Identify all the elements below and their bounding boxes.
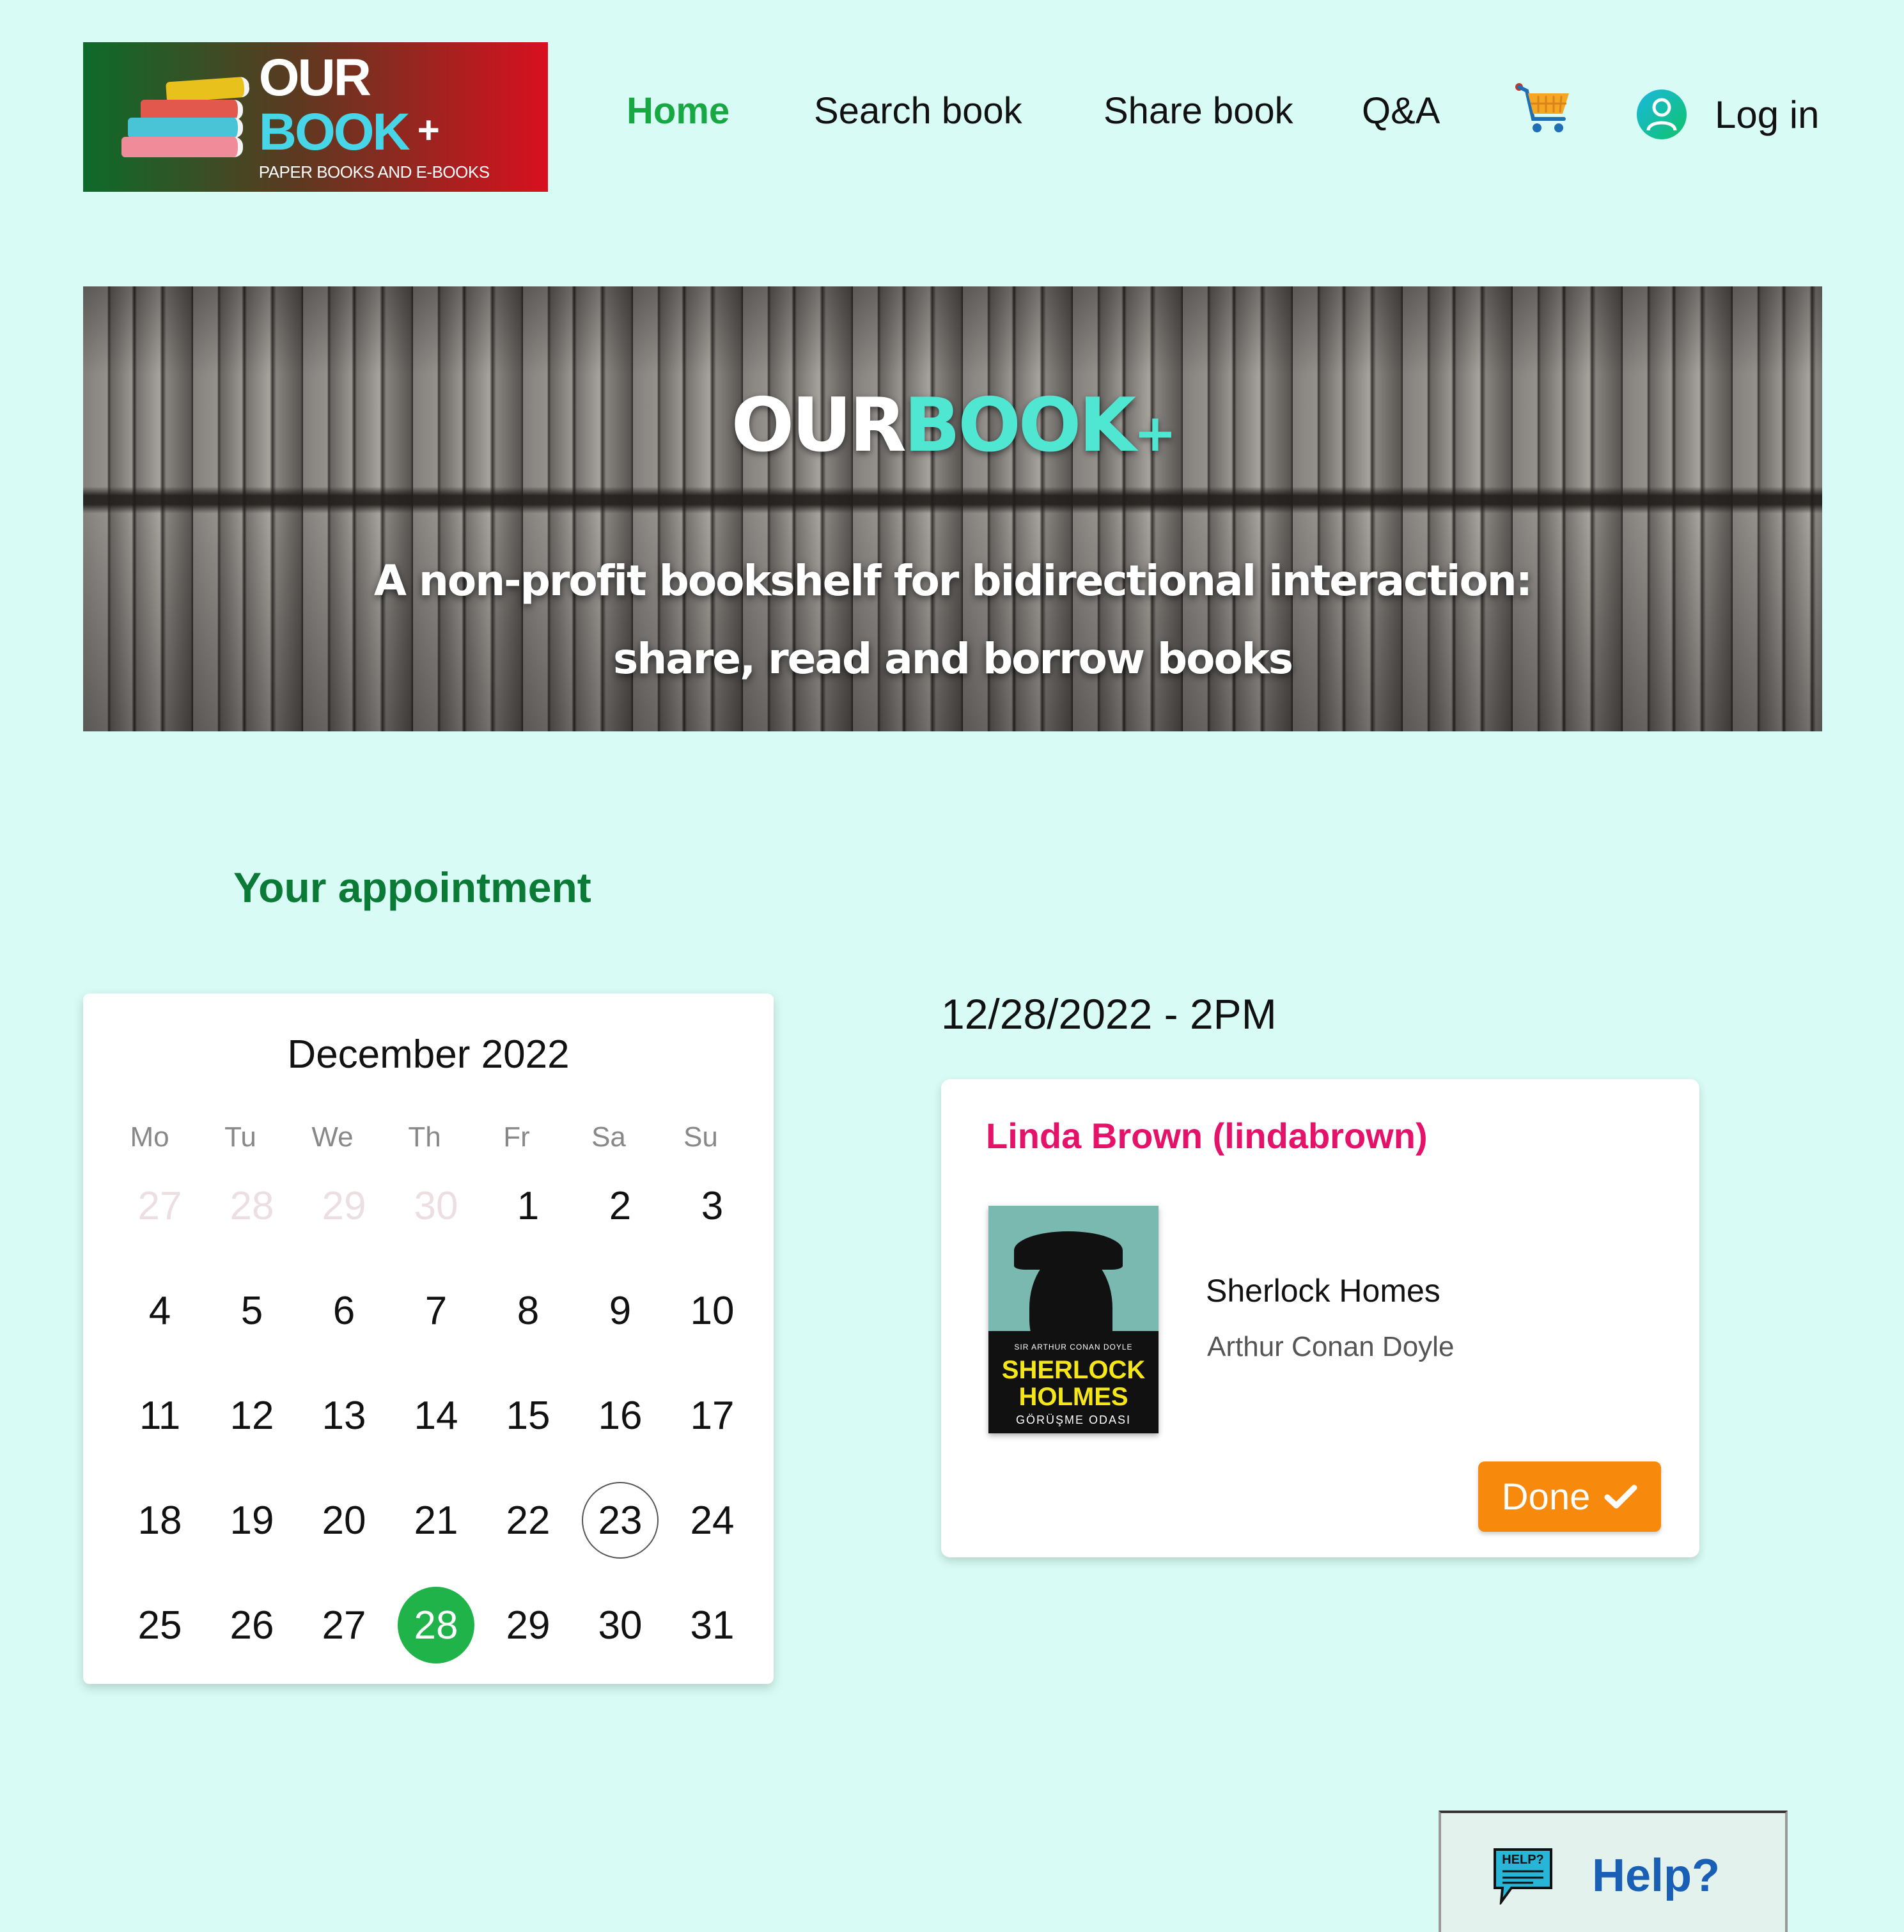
nav-qa[interactable]: Q&A bbox=[1362, 90, 1440, 132]
help-label: Help? bbox=[1592, 1850, 1721, 1901]
done-label: Done bbox=[1501, 1476, 1591, 1518]
calendar-day-today[interactable]: 23 bbox=[582, 1482, 659, 1559]
nav-search-book[interactable]: Search book bbox=[814, 90, 1022, 132]
cover-title: SHERLOCK HOLMES bbox=[1001, 1356, 1146, 1411]
calendar-day[interactable]: 17 bbox=[674, 1377, 751, 1454]
calendar-day[interactable]: 20 bbox=[306, 1482, 382, 1559]
calendar-day[interactable]: 6 bbox=[306, 1272, 382, 1349]
calendar-day[interactable]: 21 bbox=[398, 1482, 474, 1559]
calendar-day[interactable]: 3 bbox=[674, 1167, 751, 1244]
weekday-header: Sa bbox=[591, 1121, 626, 1153]
calendar-day[interactable]: 2 bbox=[582, 1167, 659, 1244]
calendar-day[interactable]: 8 bbox=[490, 1272, 566, 1349]
book-author: Arthur Conan Doyle bbox=[1207, 1331, 1455, 1362]
help-icon-text: HELP? bbox=[1502, 1853, 1544, 1867]
calendar-day[interactable]: 30 bbox=[398, 1167, 474, 1244]
calendar-day[interactable]: 14 bbox=[398, 1377, 474, 1454]
calendar-day[interactable]: 5 bbox=[214, 1272, 290, 1349]
logo-subtitle: PAPER BOOKS AND E-BOOKS bbox=[258, 162, 490, 182]
user-icon bbox=[1637, 90, 1687, 139]
checkmark-icon bbox=[1604, 1476, 1637, 1518]
calendar-day[interactable]: 11 bbox=[121, 1377, 198, 1454]
appointment-heading: Your appointment bbox=[233, 864, 591, 911]
calendar-day[interactable]: 13 bbox=[306, 1377, 382, 1454]
book-title[interactable]: Sherlock Homes bbox=[1206, 1272, 1440, 1309]
calendar-day[interactable]: 30 bbox=[582, 1587, 659, 1663]
page: OUR BOOK + PAPER BOOKS AND E-BOOKS Home S… bbox=[0, 0, 1904, 1932]
calendar-day[interactable]: 26 bbox=[214, 1587, 290, 1663]
calendar-day[interactable]: 19 bbox=[214, 1482, 290, 1559]
calendar-day[interactable]: 24 bbox=[674, 1482, 751, 1559]
nav-home[interactable]: Home bbox=[627, 90, 730, 132]
calendar-day[interactable]: 12 bbox=[214, 1377, 290, 1454]
shopping-cart-icon[interactable] bbox=[1514, 82, 1572, 137]
calendar: December 2022 Mo Tu We Th Fr Sa Su 27 28 29 30 1 2 3 4… bbox=[83, 993, 774, 1684]
book-cover-image[interactable]: SIR ARTHUR CONAN DOYLE SHERLOCK HOLMES GÖ… bbox=[988, 1206, 1159, 1433]
weekday-header: Tu bbox=[224, 1121, 256, 1153]
hero-title: OURBOOK+ bbox=[731, 382, 1177, 469]
login-button[interactable]: Log in bbox=[1637, 90, 1819, 139]
login-label: Log in bbox=[1715, 93, 1820, 136]
hero-subtitle: A non-profit bookshelf for bidirectional… bbox=[373, 556, 1533, 683]
weekday-header: Th bbox=[408, 1121, 441, 1153]
hero-banner: OURBOOK+ A non-profit bookshelf for bidi… bbox=[83, 286, 1822, 731]
calendar-day[interactable]: 28 bbox=[214, 1167, 290, 1244]
help-chat-icon: HELP? bbox=[1492, 1847, 1554, 1907]
calendar-month-label: December 2022 bbox=[287, 1032, 570, 1077]
done-button[interactable]: Done bbox=[1478, 1461, 1661, 1532]
calendar-day[interactable]: 27 bbox=[306, 1587, 382, 1663]
weekday-header: Fr bbox=[503, 1121, 530, 1153]
help-button[interactable]: HELP? Help? bbox=[1439, 1811, 1788, 1932]
weekday-header: Su bbox=[683, 1121, 718, 1153]
calendar-day[interactable]: 10 bbox=[674, 1272, 751, 1349]
calendar-day[interactable]: 9 bbox=[582, 1272, 659, 1349]
weekday-header: Mo bbox=[130, 1121, 169, 1153]
appointment-card: Linda Brown (lindabrown) SIR ARTHUR CONA… bbox=[941, 1079, 1699, 1557]
weekday-header: We bbox=[311, 1121, 354, 1153]
calendar-day[interactable]: 29 bbox=[306, 1167, 382, 1244]
calendar-day[interactable]: 4 bbox=[121, 1272, 198, 1349]
main-nav: Home Search book Share book Q&A bbox=[0, 90, 1904, 147]
user-name[interactable]: Linda Brown (lindabrown) bbox=[986, 1115, 1428, 1157]
cover-author: SIR ARTHUR CONAN DOYLE bbox=[1014, 1343, 1133, 1352]
calendar-day[interactable]: 16 bbox=[582, 1377, 659, 1454]
calendar-day[interactable]: 22 bbox=[490, 1482, 566, 1559]
calendar-day[interactable]: 18 bbox=[121, 1482, 198, 1559]
nav-share-book[interactable]: Share book bbox=[1104, 90, 1293, 132]
calendar-day-selected[interactable]: 28 bbox=[398, 1587, 474, 1663]
calendar-day[interactable]: 1 bbox=[490, 1167, 566, 1244]
calendar-day[interactable]: 27 bbox=[121, 1167, 198, 1244]
calendar-day[interactable]: 7 bbox=[398, 1272, 474, 1349]
calendar-day[interactable]: 15 bbox=[490, 1377, 566, 1454]
calendar-day[interactable]: 29 bbox=[490, 1587, 566, 1663]
cover-subtitle: GÖRÜŞME ODASI bbox=[1015, 1414, 1132, 1426]
calendar-day[interactable]: 25 bbox=[121, 1587, 198, 1663]
appointment-datetime: 12/28/2022 - 2PM bbox=[941, 990, 1277, 1038]
calendar-day[interactable]: 31 bbox=[674, 1587, 751, 1663]
